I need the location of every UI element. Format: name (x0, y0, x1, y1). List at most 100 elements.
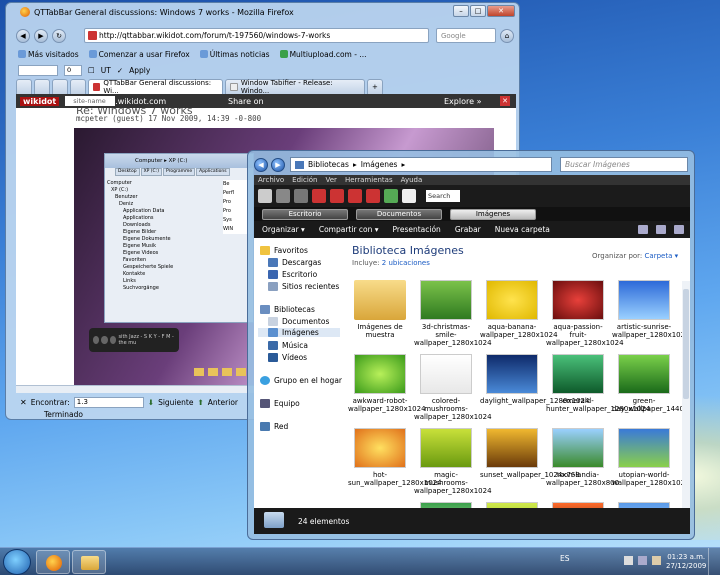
tab-escritorio[interactable]: Escritorio (262, 208, 348, 220)
nav-pictures[interactable]: Imágenes (258, 328, 340, 337)
close-left-icon[interactable] (348, 189, 362, 203)
find-next-button[interactable]: Siguiente (158, 398, 193, 407)
new-folder-button[interactable]: Nueva carpeta (495, 225, 550, 234)
pin-icon[interactable] (384, 189, 398, 203)
burn-button[interactable]: Grabar (455, 225, 481, 234)
apply-button[interactable]: Apply (129, 66, 150, 75)
list-item[interactable]: aqua-banana-wallpaper_1280x1024 (480, 280, 558, 339)
list-item[interactable]: magic-mushrooms-wallpaper_1280x1024 (414, 428, 492, 495)
slideshow-button[interactable]: Presentación (393, 225, 441, 234)
taskbar-firefox[interactable] (36, 550, 70, 574)
search-input[interactable]: Buscar Imágenes (560, 157, 688, 172)
nav-recent-places[interactable]: Sitios recientes (268, 282, 339, 291)
list-item[interactable]: sunset_wallpaper_1024x768 (480, 428, 580, 479)
list-item[interactable]: hot-sun_wallpaper_1280x1024 (348, 428, 442, 487)
list-item[interactable]: artistic-sunrise-wallpaper_1280x1024 (612, 280, 690, 339)
menu-item-ver[interactable]: Ver (326, 176, 337, 184)
nav-libraries[interactable]: Bibliotecas (260, 305, 315, 314)
find-prev-button[interactable]: Anterior (208, 398, 238, 407)
forward-button[interactable]: ▶ (271, 158, 285, 172)
history-icon[interactable] (294, 189, 308, 203)
new-tab-button[interactable]: + (367, 79, 383, 94)
vertical-scrollbar[interactable] (682, 281, 690, 508)
nav-network[interactable]: Red (260, 422, 288, 431)
view-icon[interactable] (638, 225, 648, 234)
nav-music[interactable]: Música (268, 341, 308, 350)
breadcrumb-imagenes[interactable]: Imágenes (361, 160, 398, 169)
pinned-tab[interactable] (34, 79, 50, 94)
counter-field[interactable]: 0 (64, 64, 82, 76)
list-item[interactable]: 3d-christmas-smile-wallpaper_1280x1024 (414, 280, 492, 347)
locations-link[interactable]: 2 ubicaciones (382, 259, 430, 267)
pinned-tab[interactable] (52, 79, 68, 94)
url-bar[interactable]: http://qttabbar.wikidot.com/forum/t-1975… (84, 28, 429, 43)
forward-button[interactable]: ▶ (34, 29, 48, 43)
nav-computer[interactable]: Equipo (260, 399, 300, 408)
address-bar[interactable]: Bibliotecas ▸ Imágenes ▸ (290, 157, 552, 172)
organize-button[interactable]: Organizar ▾ (262, 225, 305, 234)
star-icon[interactable] (258, 189, 272, 203)
show-desktop-button[interactable] (708, 548, 720, 576)
tab-imagenes[interactable]: Imágenes (450, 208, 536, 220)
site-name-input[interactable]: site-name (65, 96, 116, 106)
close-right-icon[interactable] (366, 189, 380, 203)
share-button[interactable]: Compartir con ▾ (319, 225, 379, 234)
close-icon[interactable]: ✕ (487, 5, 515, 17)
tab-list-icon[interactable] (16, 79, 32, 94)
nav-documents[interactable]: Documentos (268, 317, 329, 326)
clock[interactable]: 01:23 a.m. 27/12/2009 (666, 553, 706, 571)
back-button[interactable]: ◀ (16, 29, 30, 43)
menu-item-edicion[interactable]: Edición (292, 176, 317, 184)
search-box[interactable]: Google (436, 28, 496, 43)
taskbar-explorer[interactable] (72, 550, 106, 574)
tab-window-tabifier[interactable]: Window Tabifier - Release: Windo... (225, 79, 365, 95)
options-icon[interactable] (402, 189, 416, 203)
list-item[interactable]: green-day_wallpaper_1440x900 (612, 354, 690, 413)
close-icon[interactable]: ✕ (500, 96, 510, 106)
close-find-icon[interactable]: ✕ (20, 398, 27, 407)
list-item[interactable]: aqua-passion-fruit-wallpaper_1280x1024 (546, 280, 624, 347)
preview-pane-icon[interactable] (656, 225, 666, 234)
ut-checkbox[interactable]: ☐ (88, 66, 95, 75)
menu-item-herramientas[interactable]: Herramientas (345, 176, 393, 184)
home-icon[interactable]: ⌂ (500, 29, 514, 43)
list-item[interactable]: toon-landia-wallpaper_1280x800 (546, 428, 619, 487)
scrollbar-thumb[interactable] (683, 289, 689, 399)
find-input[interactable]: 1.3 (73, 396, 144, 408)
help-icon[interactable] (674, 225, 684, 234)
menu-item-ayuda[interactable]: Ayuda (401, 176, 423, 184)
tab-qttabbar[interactable]: QTTabBar General discussions: Wi... (88, 79, 223, 95)
nav-downloads[interactable]: Descargas (268, 258, 321, 267)
minimize-icon[interactable]: – (453, 5, 469, 17)
tray-icon[interactable] (652, 556, 661, 565)
pinned-tab[interactable] (70, 79, 86, 94)
arrange-by-dropdown[interactable]: Carpeta ▾ (645, 252, 679, 260)
close-tab-icon[interactable] (312, 189, 326, 203)
list-item[interactable]: Imágenes de muestra (348, 280, 412, 339)
list-item[interactable]: colored-mushrooms-wallpaper_1280x1024 (414, 354, 492, 421)
tab-documentos[interactable]: Documentos (356, 208, 442, 220)
maximize-icon[interactable]: □ (470, 5, 486, 17)
reload-icon[interactable]: ↻ (52, 29, 66, 43)
network-tray-icon[interactable] (624, 556, 633, 565)
bookmark-item[interactable]: Multiupload.com - ... (279, 50, 366, 59)
explore-menu[interactable]: Explore » (444, 97, 481, 106)
nav-videos[interactable]: Vídeos (268, 353, 307, 362)
nav-desktop[interactable]: Escritorio (268, 270, 317, 279)
back-button[interactable]: ◀ (254, 158, 268, 172)
qt-search-box[interactable]: Search (426, 190, 460, 202)
language-indicator[interactable]: ES (560, 554, 570, 563)
group-icon[interactable] (276, 189, 290, 203)
wikidot-logo[interactable]: wikidot (20, 96, 60, 106)
list-item[interactable]: utopian-world-wallpaper_1280x1024 (612, 428, 690, 487)
bookmark-item[interactable]: Últimas noticias (199, 50, 270, 59)
volume-tray-icon[interactable] (638, 556, 647, 565)
breadcrumb-bibliotecas[interactable]: Bibliotecas (308, 160, 349, 169)
start-button[interactable] (3, 549, 31, 575)
close-all-icon[interactable] (330, 189, 344, 203)
addon-input[interactable] (18, 64, 58, 76)
list-item[interactable]: daylight_wallpaper_1280x1024 (480, 354, 589, 405)
menu-item-archivo[interactable]: Archivo (258, 176, 284, 184)
bookmark-item[interactable]: Comenzar a usar Firefox (88, 50, 190, 59)
list-item[interactable]: awkward-robot-wallpaper_1280x1024 (348, 354, 426, 413)
